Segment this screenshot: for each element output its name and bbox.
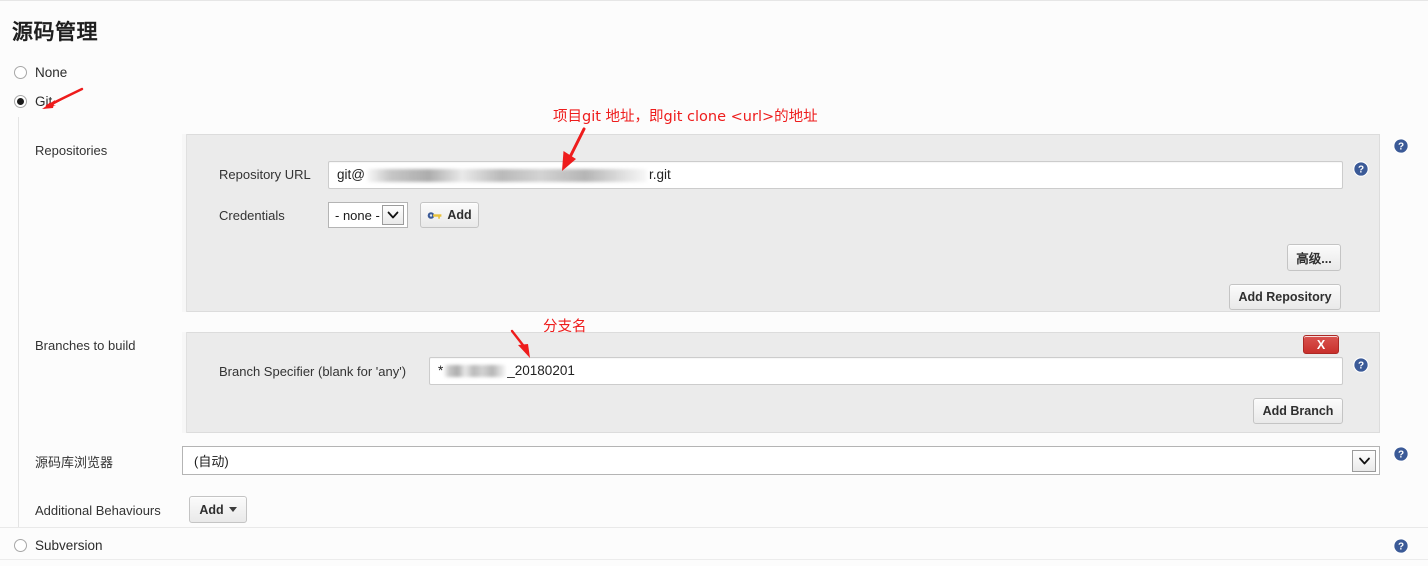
repository-url-input[interactable]: git@ r.git [328, 161, 1343, 189]
page-title: 源码管理 [12, 21, 98, 44]
scm-option-git[interactable]: Git [14, 94, 52, 109]
advanced-button[interactable]: 高级... [1287, 244, 1341, 271]
radio-none[interactable] [14, 66, 27, 79]
radio-subversion[interactable] [14, 539, 27, 552]
branch-name-annotation: 分支名 [543, 319, 587, 335]
svg-text:?: ? [1358, 361, 1364, 372]
scm-configuration-page: 源码管理 None Git Repositories Branches to b… [0, 0, 1428, 566]
branch-value-suffix: _20180201 [507, 363, 575, 378]
repository-url-prefix: git@ [337, 167, 365, 182]
delete-branch-label: X [1316, 337, 1326, 352]
section-divider [0, 527, 1428, 528]
repository-browser-select[interactable]: (自动) [182, 446, 1380, 475]
repository-url-suffix: r.git [648, 167, 671, 182]
additional-behaviours-add-button[interactable]: Add [189, 496, 247, 523]
subversion-help-icon[interactable]: ? [1393, 538, 1409, 554]
repository-browser-label: 源码库浏览器 [35, 455, 114, 470]
branches-panel: X Branch Specifier (blank for 'any') * _2… [182, 332, 1380, 433]
svg-text:?: ? [1398, 142, 1404, 153]
branch-value-redaction [444, 365, 507, 378]
add-branch-button[interactable]: Add Branch [1253, 398, 1343, 424]
repositories-row-label: Repositories [35, 143, 108, 158]
additional-behaviours-add-label: Add [199, 502, 224, 517]
repository-url-help-icon[interactable]: ? [1353, 161, 1369, 177]
repository-browser-help-icon[interactable]: ? [1393, 446, 1409, 462]
subversion-divider [0, 559, 1428, 560]
scm-option-subversion-label: Subversion [35, 538, 103, 553]
scm-git-help-icon[interactable]: ? [1393, 138, 1409, 154]
branch-specifier-input[interactable]: * _20180201 [429, 357, 1343, 385]
radio-git[interactable] [14, 95, 27, 108]
scm-option-none[interactable]: None [14, 65, 67, 80]
delete-branch-button[interactable]: X [1303, 335, 1339, 354]
svg-text:?: ? [1398, 450, 1404, 461]
branch-specifier-label: Branch Specifier (blank for 'any') [219, 364, 407, 379]
caret-down-icon [228, 507, 237, 512]
additional-behaviours-label: Additional Behaviours [35, 503, 161, 518]
add-credentials-label: Add [447, 208, 472, 222]
repository-url-label: Repository URL [219, 167, 311, 182]
credentials-label: Credentials [219, 208, 285, 223]
repository-browser-value: (自动) [194, 454, 229, 469]
repository-url-redaction [366, 168, 647, 182]
branch-value-prefix: * [438, 363, 444, 378]
scm-option-git-label: Git [35, 94, 53, 109]
add-repository-button[interactable]: Add Repository [1229, 284, 1341, 310]
scm-option-subversion[interactable]: Subversion [14, 538, 103, 553]
scm-option-none-label: None [35, 65, 68, 80]
add-repository-label: Add Repository [1238, 290, 1332, 304]
credentials-select-value: - none - [335, 207, 380, 223]
repository-url-annotation: 项目git 地址，即git clone <url>的地址 [553, 109, 818, 125]
add-branch-label: Add Branch [1262, 404, 1334, 418]
credentials-select[interactable]: - none - [328, 202, 408, 228]
add-credentials-button[interactable]: Add [420, 202, 479, 228]
chevron-down-icon[interactable] [1352, 449, 1376, 472]
key-icon [428, 211, 442, 219]
branch-specifier-help-icon[interactable]: ? [1353, 357, 1369, 373]
branches-row-label: Branches to build [35, 338, 136, 353]
advanced-button-label: 高级... [1296, 252, 1332, 266]
svg-text:?: ? [1358, 165, 1364, 176]
repositories-panel: Repository URL git@ r.git Credentials - n… [182, 134, 1380, 312]
svg-text:?: ? [1398, 542, 1404, 553]
chevron-down-icon[interactable] [382, 205, 404, 225]
